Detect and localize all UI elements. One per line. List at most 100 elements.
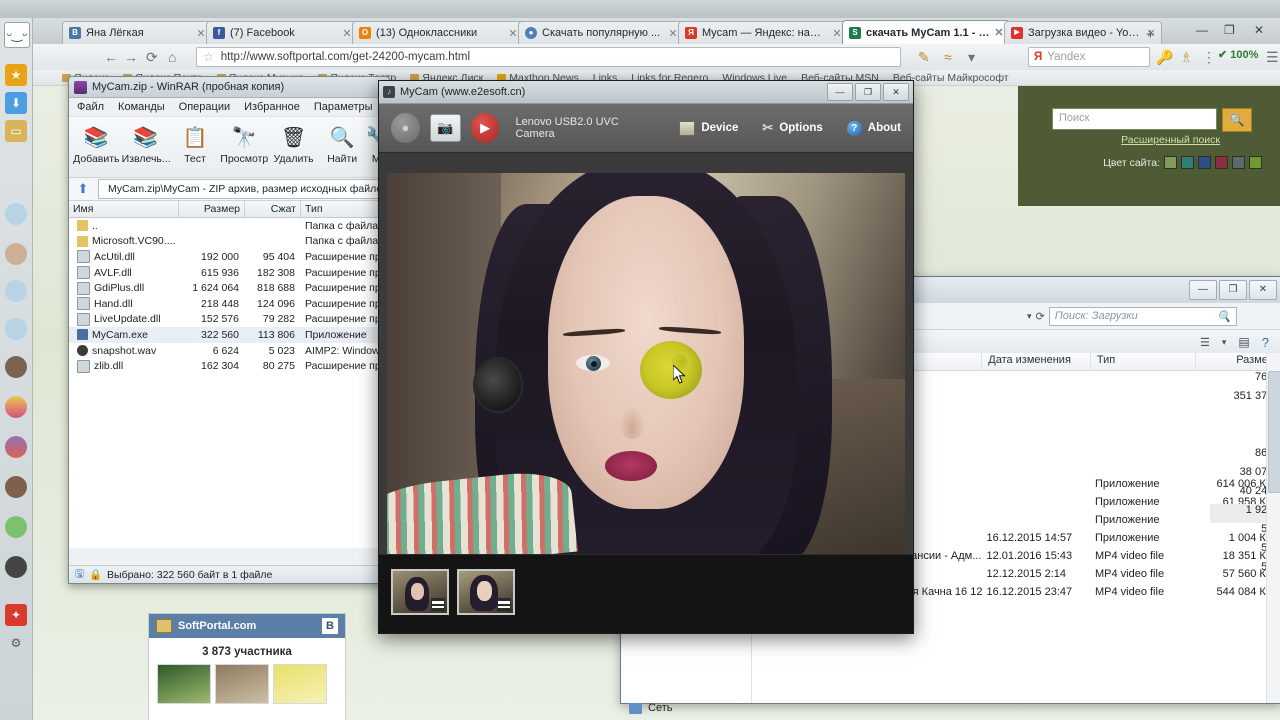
- more-options-icon[interactable]: ⋮: [1202, 49, 1216, 66]
- winrar-add-button[interactable]: 📚 Добавить: [73, 121, 120, 166]
- reload-icon[interactable]: ⟳: [146, 49, 158, 66]
- explorer-search-input[interactable]: Поиск: Загрузки 🔍: [1048, 306, 1237, 326]
- menu-item-operations[interactable]: Операции: [179, 101, 230, 113]
- window-minimize-button[interactable]: —: [1196, 23, 1208, 37]
- browser-tab-3[interactable]: ● Скачать популярную ... ✕: [518, 21, 684, 44]
- chevron-down-icon[interactable]: ▾: [1222, 337, 1227, 348]
- window-close-button[interactable]: ✕: [1254, 23, 1264, 37]
- help-icon[interactable]: ?: [1262, 335, 1269, 350]
- menu-item-commands[interactable]: Команды: [118, 101, 165, 113]
- search-icon[interactable]: 🔍: [1217, 310, 1231, 323]
- table-row-selected[interactable]: MyCam.exe 322 560 113 806 Приложение: [69, 327, 389, 343]
- browser-search-box[interactable]: Я Yandex: [1028, 47, 1150, 67]
- table-row[interactable]: LiveUpdate.dll 152 576 79 282 Расширение…: [69, 312, 389, 328]
- vk-logo-icon[interactable]: В: [322, 618, 338, 634]
- browser-tab-2[interactable]: O (13) Одноклассники ✕: [352, 21, 524, 44]
- preview-pane-icon[interactable]: ▤: [1238, 335, 1249, 349]
- record-button-icon[interactable]: ●: [391, 113, 420, 143]
- table-row[interactable]: Microsoft.VC90.... Папка с файлами: [69, 234, 389, 250]
- color-swatch-4[interactable]: [1232, 156, 1245, 169]
- color-swatch-2[interactable]: [1198, 156, 1211, 169]
- mycam-minimize-button[interactable]: —: [827, 83, 853, 101]
- site-search-button[interactable]: 🔍: [1222, 108, 1252, 132]
- home-icon[interactable]: ⌂: [168, 49, 176, 65]
- table-row[interactable]: snapshot.wav 6 624 5 023 AIMP2: Windows …: [69, 343, 389, 359]
- sidebar-downloads-icon[interactable]: ⬇: [5, 92, 27, 114]
- address-bar[interactable]: ☆ http://www.softportal.com/get-24200-my…: [196, 47, 901, 67]
- mycam-device-button[interactable]: Device: [679, 120, 738, 136]
- pen-icon[interactable]: ✎: [918, 49, 930, 66]
- avatar[interactable]: [5, 318, 27, 340]
- key-icon[interactable]: 🔑: [1156, 49, 1173, 66]
- color-swatch-3[interactable]: [1215, 156, 1228, 169]
- color-swatch-1[interactable]: [1181, 156, 1194, 169]
- avatar[interactable]: [5, 516, 27, 538]
- winrar-extract-button[interactable]: 📚 Извлечь...: [122, 121, 171, 166]
- browser-tab-1[interactable]: f (7) Facebook ✕: [206, 21, 358, 44]
- zoom-level-badge[interactable]: ✔ 100%: [1218, 48, 1258, 61]
- table-row[interactable]: zlib.dll 162 304 80 275 Расширение при.: [69, 358, 389, 374]
- avatar[interactable]: [273, 664, 327, 704]
- winrar-delete-button[interactable]: 🗑 Удалить: [270, 121, 317, 166]
- mycam-options-button[interactable]: ✂ Options: [762, 120, 822, 136]
- table-row[interactable]: Hand.dll 218 448 124 096 Расширение при.: [69, 296, 389, 312]
- winrar-address-field[interactable]: MyCam.zip\MyCam - ZIP архив, размер исхо…: [98, 179, 384, 199]
- site-search-input[interactable]: Поиск: [1052, 108, 1217, 130]
- advanced-search-link[interactable]: Расширенный поиск: [1121, 134, 1220, 146]
- column-header-type[interactable]: Тип: [1091, 353, 1196, 370]
- scrollbar-thumb[interactable]: [1268, 371, 1280, 493]
- mycam-about-button[interactable]: ? About: [846, 120, 901, 136]
- sidebar-settings-gear-icon[interactable]: ⚙: [5, 632, 27, 654]
- play-button-icon[interactable]: ▶: [470, 113, 500, 143]
- explorer-close-button[interactable]: ✕: [1249, 280, 1277, 300]
- winrar-find-button[interactable]: 🔍 Найти: [319, 121, 366, 166]
- up-arrow-icon[interactable]: ⬆: [74, 180, 92, 198]
- menu-item-favorites[interactable]: Избранное: [244, 101, 300, 113]
- chevron-down-icon[interactable]: ▾: [968, 49, 975, 66]
- avatar[interactable]: [5, 396, 27, 418]
- menu-item-options[interactable]: Параметры: [314, 101, 373, 113]
- new-tab-button[interactable]: +: [1146, 26, 1155, 43]
- chevron-down-icon[interactable]: ▾: [1027, 311, 1032, 322]
- avatar[interactable]: [157, 664, 211, 704]
- sidebar-notes-icon[interactable]: ▭: [5, 120, 27, 142]
- table-row[interactable]: AVLF.dll 615 936 182 308 Расширение при.: [69, 265, 389, 281]
- back-icon[interactable]: ←: [104, 49, 118, 65]
- magnifier-person-icon[interactable]: ♗: [1180, 49, 1193, 66]
- avatar[interactable]: [5, 476, 27, 498]
- explorer-minimize-button[interactable]: —: [1189, 280, 1217, 300]
- table-row[interactable]: GdiPlus.dll 1 624 064 818 688 Расширение…: [69, 280, 389, 296]
- menu-item-file[interactable]: Файл: [77, 101, 104, 113]
- sidebar-favorites-icon[interactable]: ★: [5, 64, 27, 86]
- color-swatch-5[interactable]: [1249, 156, 1262, 169]
- browser-tab-active-softportal[interactable]: S скачать MyCam 1.1 - My... ✕: [842, 20, 1010, 44]
- color-swatch-0[interactable]: [1164, 156, 1177, 169]
- avatar[interactable]: [5, 243, 27, 265]
- rss-icon[interactable]: ≈: [944, 49, 952, 65]
- table-row[interactable]: .. Папка с файлами: [69, 218, 389, 234]
- bookmark-star-icon[interactable]: ☆: [203, 50, 214, 64]
- list-view-icon[interactable]: ☰: [1200, 336, 1210, 349]
- avatar[interactable]: [5, 280, 27, 302]
- avatar[interactable]: [5, 356, 27, 378]
- avatar[interactable]: [5, 203, 27, 225]
- refresh-icon[interactable]: ⟳: [1036, 310, 1045, 323]
- avatar[interactable]: [5, 436, 27, 458]
- table-row[interactable]: AcUtil.dll 192 000 95 404 Расширение при…: [69, 249, 389, 265]
- capture-thumbnail-1[interactable]: [391, 569, 449, 615]
- column-header-size[interactable]: Размер: [179, 201, 245, 217]
- column-header-name[interactable]: Имя: [69, 201, 179, 217]
- camera-snapshot-icon[interactable]: 📷: [429, 114, 461, 142]
- column-header-date[interactable]: Дата изменения: [982, 353, 1091, 370]
- explorer-scrollbar[interactable]: [1266, 353, 1280, 703]
- avatar[interactable]: [5, 556, 27, 578]
- capture-thumbnail-2[interactable]: [457, 569, 515, 615]
- nav-item-network[interactable]: Сеть: [621, 699, 751, 717]
- browser-tab-4[interactable]: Я Mycam — Яндекс: нашл... ✕: [678, 21, 848, 44]
- browser-tab-0[interactable]: В Яна Лёгкая ✕: [62, 21, 212, 44]
- avatar[interactable]: [215, 664, 269, 704]
- explorer-maximize-button[interactable]: ❐: [1219, 280, 1247, 300]
- mycam-video-preview[interactable]: [387, 173, 905, 555]
- sidebar-extension-icon[interactable]: ✦: [5, 604, 27, 626]
- mycam-maximize-button[interactable]: ❐: [855, 83, 881, 101]
